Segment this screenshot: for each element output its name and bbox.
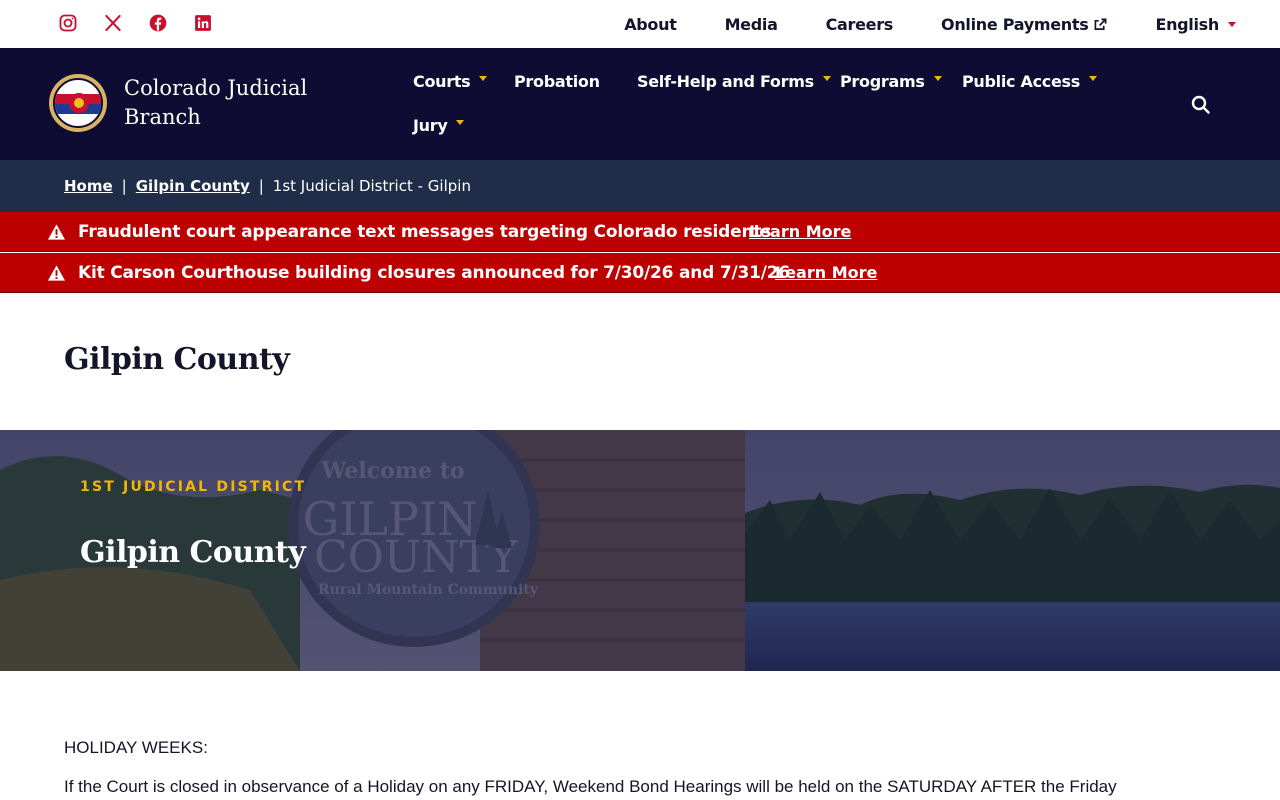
site-title[interactable]: Colorado Judicial Branch xyxy=(124,74,354,132)
language-selector[interactable]: English xyxy=(1155,15,1236,34)
nav-item-label: Probation xyxy=(514,72,600,91)
facebook-icon[interactable] xyxy=(147,12,169,34)
search-button[interactable] xyxy=(1190,94,1212,116)
x-icon[interactable] xyxy=(102,12,124,34)
nav-item-jury[interactable]: Jury xyxy=(413,116,465,135)
colorado-courts-logo[interactable] xyxy=(49,74,107,132)
site-title-line1: Colorado Judicial xyxy=(124,76,308,100)
online-payments-label: Online Payments xyxy=(941,14,1089,34)
chevron-down-icon xyxy=(933,76,942,81)
alert-banner: Fraudulent court appearance text message… xyxy=(0,212,1280,252)
breadcrumb-separator: | xyxy=(121,177,127,195)
hero-banner: Welcome to GILPIN COUNTY Rural Mountain … xyxy=(0,430,1280,671)
warning-icon xyxy=(47,224,66,240)
utility-links: About Media Careers Online Payments Engl… xyxy=(624,0,1236,48)
nav-item-courts[interactable]: Courts xyxy=(413,72,488,91)
nav-item-public-access[interactable]: Public Access xyxy=(962,72,1097,91)
careers-link[interactable]: Careers xyxy=(826,15,894,34)
nav-item-label: Public Access xyxy=(962,72,1080,91)
external-link-icon xyxy=(1094,18,1107,30)
alert-text: Fraudulent court appearance text message… xyxy=(78,221,772,242)
alert-banner: Kit Carson Courthouse building closures … xyxy=(0,253,1280,293)
instagram-icon[interactable] xyxy=(57,12,79,34)
language-label: English xyxy=(1155,14,1219,34)
page-title: Gilpin County xyxy=(64,342,290,377)
chevron-down-icon xyxy=(1228,21,1236,27)
chevron-down-icon xyxy=(479,76,488,81)
chevron-down-icon xyxy=(822,76,831,81)
utility-bar: About Media Careers Online Payments Engl… xyxy=(0,0,1280,48)
nav-item-label: Programs xyxy=(840,72,925,91)
nav-item-probation[interactable]: Probation xyxy=(514,72,600,91)
nav-item-programs[interactable]: Programs xyxy=(840,72,942,91)
site-title-line2: Branch xyxy=(124,105,201,129)
social-links xyxy=(57,12,214,34)
breadcrumb: Home | Gilpin County | 1st Judicial Dist… xyxy=(0,160,1280,212)
online-payments-link[interactable]: Online Payments xyxy=(941,15,1107,34)
hero-title: Gilpin County xyxy=(80,535,306,570)
nav-item-label: Self-Help and Forms xyxy=(637,72,814,91)
breadcrumb-home[interactable]: Home xyxy=(64,177,113,195)
about-link[interactable]: About xyxy=(624,15,677,34)
hero-eyebrow: 1ST JUDICIAL DISTRICT xyxy=(80,479,307,495)
alert-learn-more-link[interactable]: Learn More xyxy=(749,222,851,241)
nav-item-label: Jury xyxy=(413,116,448,135)
alert-text: Kit Carson Courthouse building closures … xyxy=(78,262,791,283)
nav-item-self-help-and-forms[interactable]: Self-Help and Forms xyxy=(637,72,831,91)
linkedin-icon[interactable] xyxy=(192,12,214,34)
warning-icon xyxy=(47,265,66,281)
breadcrumb-separator: | xyxy=(258,177,264,195)
logo-seal xyxy=(53,78,103,128)
chevron-down-icon xyxy=(456,120,465,125)
breadcrumb-current: 1st Judicial District - Gilpin xyxy=(272,177,471,195)
holiday-weeks-text: If the Court is closed in observance of … xyxy=(64,777,1117,796)
alert-learn-more-link[interactable]: Learn More xyxy=(775,263,877,282)
nav-item-label: Courts xyxy=(413,72,471,91)
main-navigation: Colorado Judicial Branch Courts Probatio… xyxy=(0,48,1280,160)
media-link[interactable]: Media xyxy=(725,15,778,34)
search-icon xyxy=(1191,95,1210,114)
breadcrumb-county[interactable]: Gilpin County xyxy=(136,177,250,195)
chevron-down-icon xyxy=(1088,76,1097,81)
holiday-weeks-heading: HOLIDAY WEEKS: xyxy=(64,738,208,757)
